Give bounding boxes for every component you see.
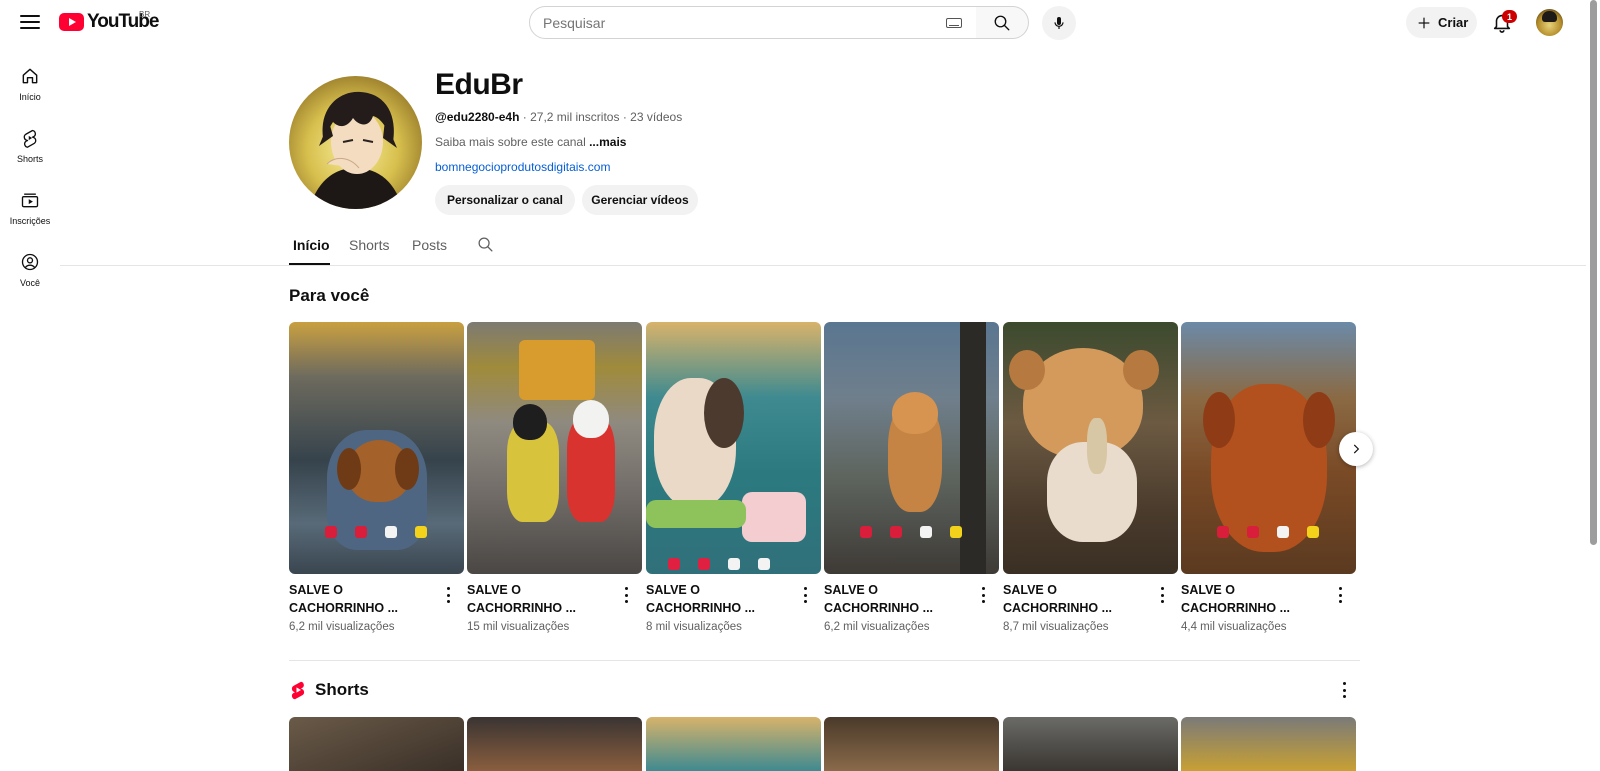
shorts-thumbnail[interactable] — [467, 717, 642, 771]
create-button[interactable]: Criar — [1406, 7, 1477, 38]
account-avatar[interactable] — [1536, 9, 1563, 36]
subscriptions-icon — [21, 193, 39, 208]
carousel-next-button[interactable] — [1339, 432, 1373, 466]
tab-shorts[interactable]: Shorts — [349, 237, 389, 253]
video-card[interactable]: SALVE O CACHORRINHO ... 4,4 mil visualiz… — [1181, 322, 1356, 640]
shorts-section-title: Shorts — [315, 680, 369, 699]
meta-separator: · — [522, 110, 531, 124]
shorts-thumbnail[interactable] — [1181, 717, 1356, 771]
shorts-logo-icon — [291, 681, 305, 700]
sidebar-item-label: Você — [19, 278, 41, 288]
more-actions-icon[interactable] — [445, 587, 451, 603]
channel-tabs: Início Shorts Posts — [0, 224, 1600, 266]
shorts-thumbnail[interactable] — [824, 717, 999, 771]
more-actions-icon[interactable] — [1159, 587, 1165, 603]
view-count: 4,4 mil visualizações — [1181, 621, 1287, 633]
video-thumbnail[interactable] — [1003, 322, 1178, 574]
video-thumbnail[interactable] — [289, 322, 464, 574]
notification-badge: 1 — [1502, 10, 1517, 23]
more-actions-icon[interactable] — [802, 587, 808, 603]
channel-avatar — [289, 76, 422, 209]
home-icon — [22, 68, 38, 84]
video-thumbnail[interactable] — [467, 322, 642, 574]
view-count: 8 mil visualizações — [646, 621, 742, 633]
channel-handle: @edu2280-e4h — [435, 110, 520, 124]
view-count: 6,2 mil visualizações — [824, 621, 930, 633]
search-button[interactable] — [976, 6, 1029, 39]
shorts-thumbnail[interactable] — [1003, 717, 1178, 771]
youtube-logo[interactable]: YouTube BR — [59, 10, 159, 32]
shorts-icon — [23, 129, 37, 148]
more-link[interactable]: ...mais — [589, 135, 626, 149]
video-title[interactable]: SALVE O CACHORRINHO ... — [467, 581, 617, 617]
shorts-thumbnail[interactable] — [646, 717, 821, 771]
top-bar: YouTube BR Criar 1 — [0, 0, 1600, 45]
more-actions-icon[interactable] — [1337, 587, 1343, 603]
customize-channel-button[interactable]: Personalizar o canal — [435, 185, 575, 215]
video-card[interactable]: SALVE O CACHORRINHO ... 15 mil visualiza… — [467, 322, 642, 640]
manage-videos-button[interactable]: Gerenciar vídeos — [582, 185, 698, 215]
view-count: 6,2 mil visualizações — [289, 621, 395, 633]
subscriber-count: 27,2 mil inscritos — [530, 110, 620, 124]
plus-icon — [1418, 17, 1430, 28]
more-actions-icon[interactable] — [980, 587, 986, 603]
search-input[interactable] — [543, 14, 946, 31]
shorts-more-actions-icon[interactable] — [1341, 682, 1347, 698]
tab-home[interactable]: Início — [293, 237, 330, 253]
video-card[interactable]: SALVE O CACHORRINHO ... 8,7 mil visualiz… — [1003, 322, 1178, 640]
youtube-play-icon — [59, 13, 84, 31]
create-label: Criar — [1438, 15, 1469, 30]
anime-character-avatar-image — [309, 91, 403, 209]
video-title[interactable]: SALVE O CACHORRINHO ... — [824, 581, 974, 617]
video-card[interactable]: SALVE O CACHORRINHO ... 6,2 mil visualiz… — [824, 322, 999, 640]
video-title[interactable]: SALVE O CACHORRINHO ... — [1181, 581, 1331, 617]
for-you-title: Para você — [289, 286, 370, 305]
video-card[interactable]: SALVE O CACHORRINHO ... 8 mil visualizaç… — [646, 322, 821, 640]
video-count: 23 vídeos — [630, 110, 683, 124]
video-thumbnail[interactable] — [646, 322, 821, 574]
search-box — [529, 6, 977, 39]
view-count: 15 mil visualizações — [467, 621, 570, 633]
shorts-thumbnail[interactable] — [289, 717, 464, 771]
channel-meta: @edu2280-e4h · 27,2 mil inscritos · 23 v… — [435, 110, 682, 124]
more-actions-icon[interactable] — [623, 587, 629, 603]
chevron-right-icon — [1353, 444, 1360, 454]
video-title[interactable]: SALVE O CACHORRINHO ... — [289, 581, 439, 617]
scrollbar-thumb[interactable] — [1590, 0, 1597, 545]
sidebar-item-label: Início — [19, 92, 41, 102]
hamburger-menu-icon[interactable] — [18, 10, 42, 34]
video-thumbnail[interactable] — [1181, 322, 1356, 574]
keyboard-icon[interactable] — [946, 17, 962, 28]
video-title[interactable]: SALVE O CACHORRINHO ... — [1003, 581, 1153, 617]
sidebar-item-home[interactable]: Início — [4, 60, 56, 110]
video-card[interactable]: SALVE O CACHORRINHO ... 6,2 mil visualiz… — [289, 322, 464, 640]
view-count: 8,7 mil visualizações — [1003, 621, 1109, 633]
tabs-divider — [60, 265, 1586, 266]
microphone-icon — [1054, 17, 1064, 29]
channel-description[interactable]: Saiba mais sobre este canal ...mais — [435, 135, 626, 149]
tab-posts[interactable]: Posts — [412, 237, 447, 253]
sidebar-item-shorts[interactable]: Shorts — [4, 122, 56, 172]
voice-search-button[interactable] — [1042, 6, 1076, 40]
channel-name: EduBr — [435, 68, 523, 101]
sidebar-item-label: Shorts — [16, 154, 43, 164]
description-text: Saiba mais sobre este canal — [435, 135, 586, 149]
search-icon — [994, 15, 1010, 30]
channel-website-link[interactable]: bomnegocioprodutosdigitais.com — [435, 160, 610, 174]
section-divider — [289, 660, 1360, 661]
video-title[interactable]: SALVE O CACHORRINHO ... — [646, 581, 796, 617]
region-code: BR — [139, 10, 151, 19]
shorts-section-header: Shorts — [289, 680, 369, 700]
channel-search-icon[interactable] — [477, 236, 494, 253]
video-thumbnail[interactable] — [824, 322, 999, 574]
